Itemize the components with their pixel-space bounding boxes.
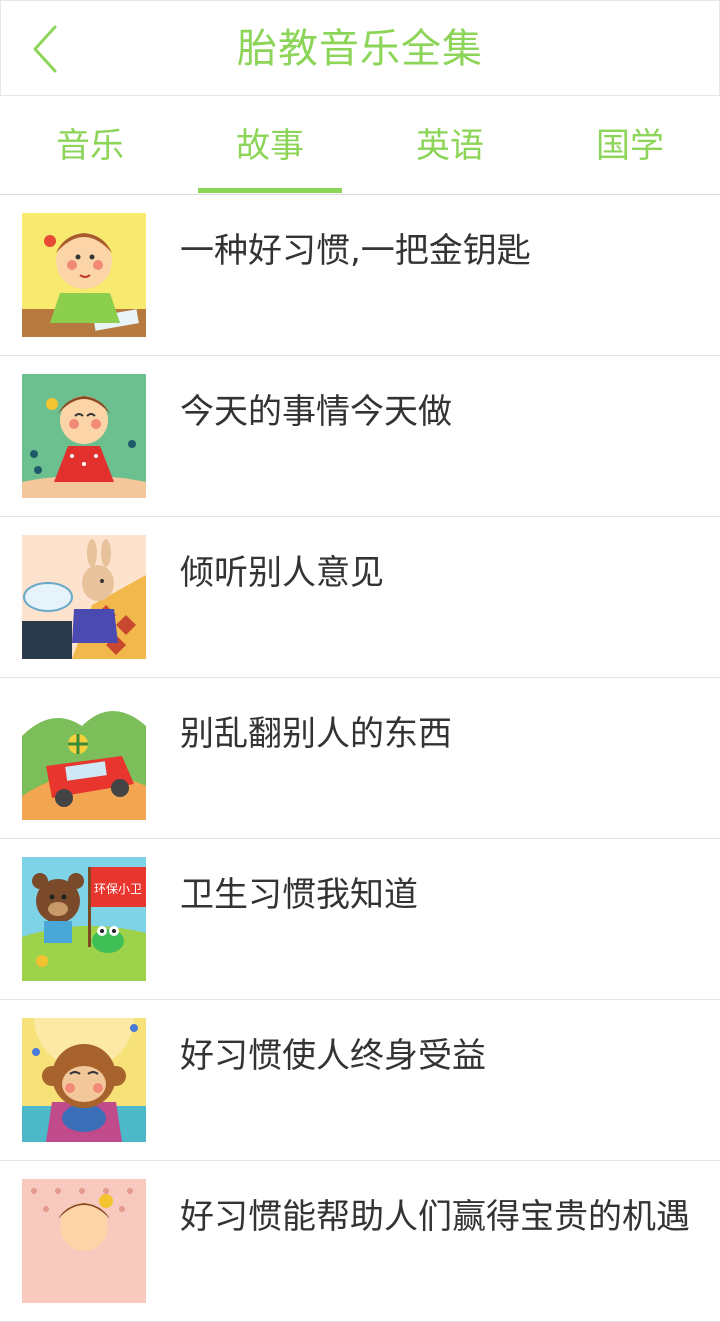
active-tab-indicator bbox=[198, 188, 342, 193]
tab-music[interactable]: 音乐 bbox=[0, 96, 180, 194]
category-tabs: 音乐 故事 英语 国学 bbox=[0, 96, 720, 195]
story-thumbnail bbox=[22, 535, 146, 659]
girl-in-garden-illustration bbox=[22, 374, 146, 498]
story-title: 好习惯能帮助人们赢得宝贵的机遇 bbox=[180, 1197, 690, 1237]
story-title: 倾听别人意见 bbox=[180, 553, 384, 593]
story-thumbnail: 环保小卫 bbox=[22, 857, 146, 981]
list-item[interactable]: 一种好习惯,一把金钥匙 bbox=[0, 195, 720, 356]
story-list: 一种好习惯,一把金钥匙 今天的事情今天做 倾听别人意见 别乱翻别人的东西 环保小… bbox=[0, 195, 720, 1322]
tab-chinese-classics[interactable]: 国学 bbox=[540, 96, 720, 194]
list-item[interactable]: 好习惯能帮助人们赢得宝贵的机遇 bbox=[0, 1161, 720, 1322]
monkey-illustration bbox=[22, 1018, 146, 1142]
tab-stories[interactable]: 故事 bbox=[180, 96, 360, 194]
girl-at-desk-illustration bbox=[22, 213, 146, 337]
story-thumbnail bbox=[22, 1018, 146, 1142]
bear-and-frog-illustration: 环保小卫 bbox=[22, 857, 146, 981]
list-item[interactable]: 倾听别人意见 bbox=[0, 517, 720, 678]
list-item[interactable]: 今天的事情今天做 bbox=[0, 356, 720, 517]
story-thumbnail bbox=[22, 374, 146, 498]
list-item[interactable]: 环保小卫 卫生习惯我知道 bbox=[0, 839, 720, 1000]
flag-text: 环保小卫 bbox=[94, 882, 142, 896]
story-title: 今天的事情今天做 bbox=[180, 392, 452, 432]
list-item[interactable]: 好习惯使人终身受益 bbox=[0, 1000, 720, 1161]
list-item[interactable]: 别乱翻别人的东西 bbox=[0, 678, 720, 839]
story-title: 好习惯使人终身受益 bbox=[180, 1036, 486, 1076]
girl-on-pink-illustration bbox=[22, 1179, 146, 1303]
red-car-illustration bbox=[22, 696, 146, 820]
story-thumbnail bbox=[22, 213, 146, 337]
page-title: 胎教音乐全集 bbox=[237, 26, 483, 72]
story-title: 一种好习惯,一把金钥匙 bbox=[180, 231, 531, 271]
rabbit-illustration bbox=[22, 535, 146, 659]
tab-english[interactable]: 英语 bbox=[360, 96, 540, 194]
story-title: 别乱翻别人的东西 bbox=[180, 714, 452, 754]
story-title: 卫生习惯我知道 bbox=[180, 875, 418, 915]
app-header: 胎教音乐全集 bbox=[0, 0, 720, 96]
story-thumbnail bbox=[22, 1179, 146, 1303]
story-thumbnail bbox=[22, 696, 146, 820]
